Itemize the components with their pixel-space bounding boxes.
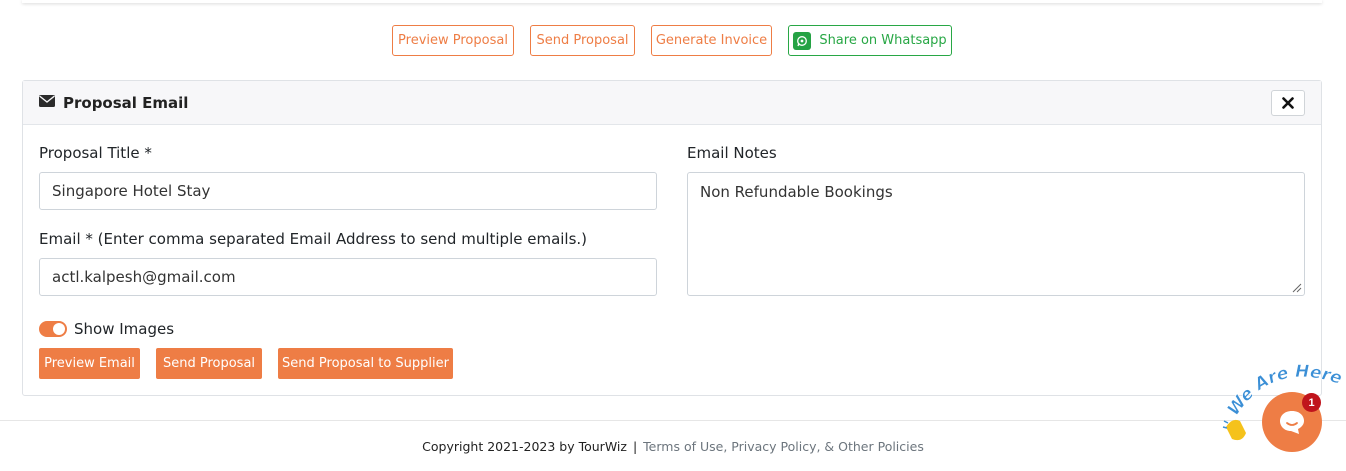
card-title: Proposal Email	[63, 93, 189, 112]
toggle-knob	[53, 323, 65, 335]
email-label: Email * (Enter comma separated Email Add…	[39, 230, 588, 248]
share-whatsapp-button[interactable]: Share on Whatsapp	[788, 25, 952, 56]
policies-link[interactable]: Terms of Use, Privacy Policy, & Other Po…	[643, 439, 924, 454]
email-notes-label: Email Notes	[687, 144, 777, 162]
whatsapp-icon	[793, 31, 812, 50]
email-notes-value: Non Refundable Bookings	[700, 183, 893, 201]
proposal-action-bar: Preview Proposal Send Proposal Generate …	[0, 25, 1346, 56]
generate-invoice-button[interactable]: Generate Invoice	[651, 25, 772, 56]
proposal-email-card: Proposal Email Proposal Title * Singapor…	[22, 80, 1322, 396]
waving-hand-icon	[1222, 419, 1246, 441]
email-input[interactable]: actl.kalpesh@gmail.com	[39, 258, 657, 296]
show-images-label: Show Images	[74, 320, 175, 338]
share-whatsapp-label: Share on Whatsapp	[819, 33, 947, 48]
card-header: Proposal Email	[23, 81, 1321, 125]
envelope-icon	[39, 94, 55, 112]
footer: Copyright 2021-2023 by TourWiz | Terms of …	[0, 439, 1346, 454]
preview-proposal-button[interactable]: Preview Proposal	[392, 25, 514, 56]
preview-email-button[interactable]: Preview Email	[39, 348, 140, 379]
footer-divider	[0, 420, 1346, 421]
proposal-title-label: Proposal Title *	[39, 144, 152, 162]
chat-icon	[1280, 411, 1304, 434]
close-icon	[1282, 97, 1294, 109]
footer-separator: |	[632, 439, 638, 454]
email-notes-textarea[interactable]: Non Refundable Bookings	[687, 172, 1305, 296]
top-panel-edge	[22, 0, 1322, 3]
close-button[interactable]	[1271, 90, 1305, 116]
show-images-toggle[interactable]	[39, 321, 67, 337]
send-to-supplier-button[interactable]: Send Proposal to Supplier	[278, 348, 453, 379]
resize-handle-icon[interactable]	[1290, 281, 1302, 293]
copyright-text: Copyright 2021-2023 by TourWiz	[422, 439, 627, 454]
send-proposal-button[interactable]: Send Proposal	[530, 25, 635, 56]
proposal-title-input[interactable]: Singapore Hotel Stay	[39, 172, 657, 210]
chat-notification-badge: 1	[1302, 393, 1321, 412]
send-proposal-email-button[interactable]: Send Proposal	[156, 348, 262, 379]
